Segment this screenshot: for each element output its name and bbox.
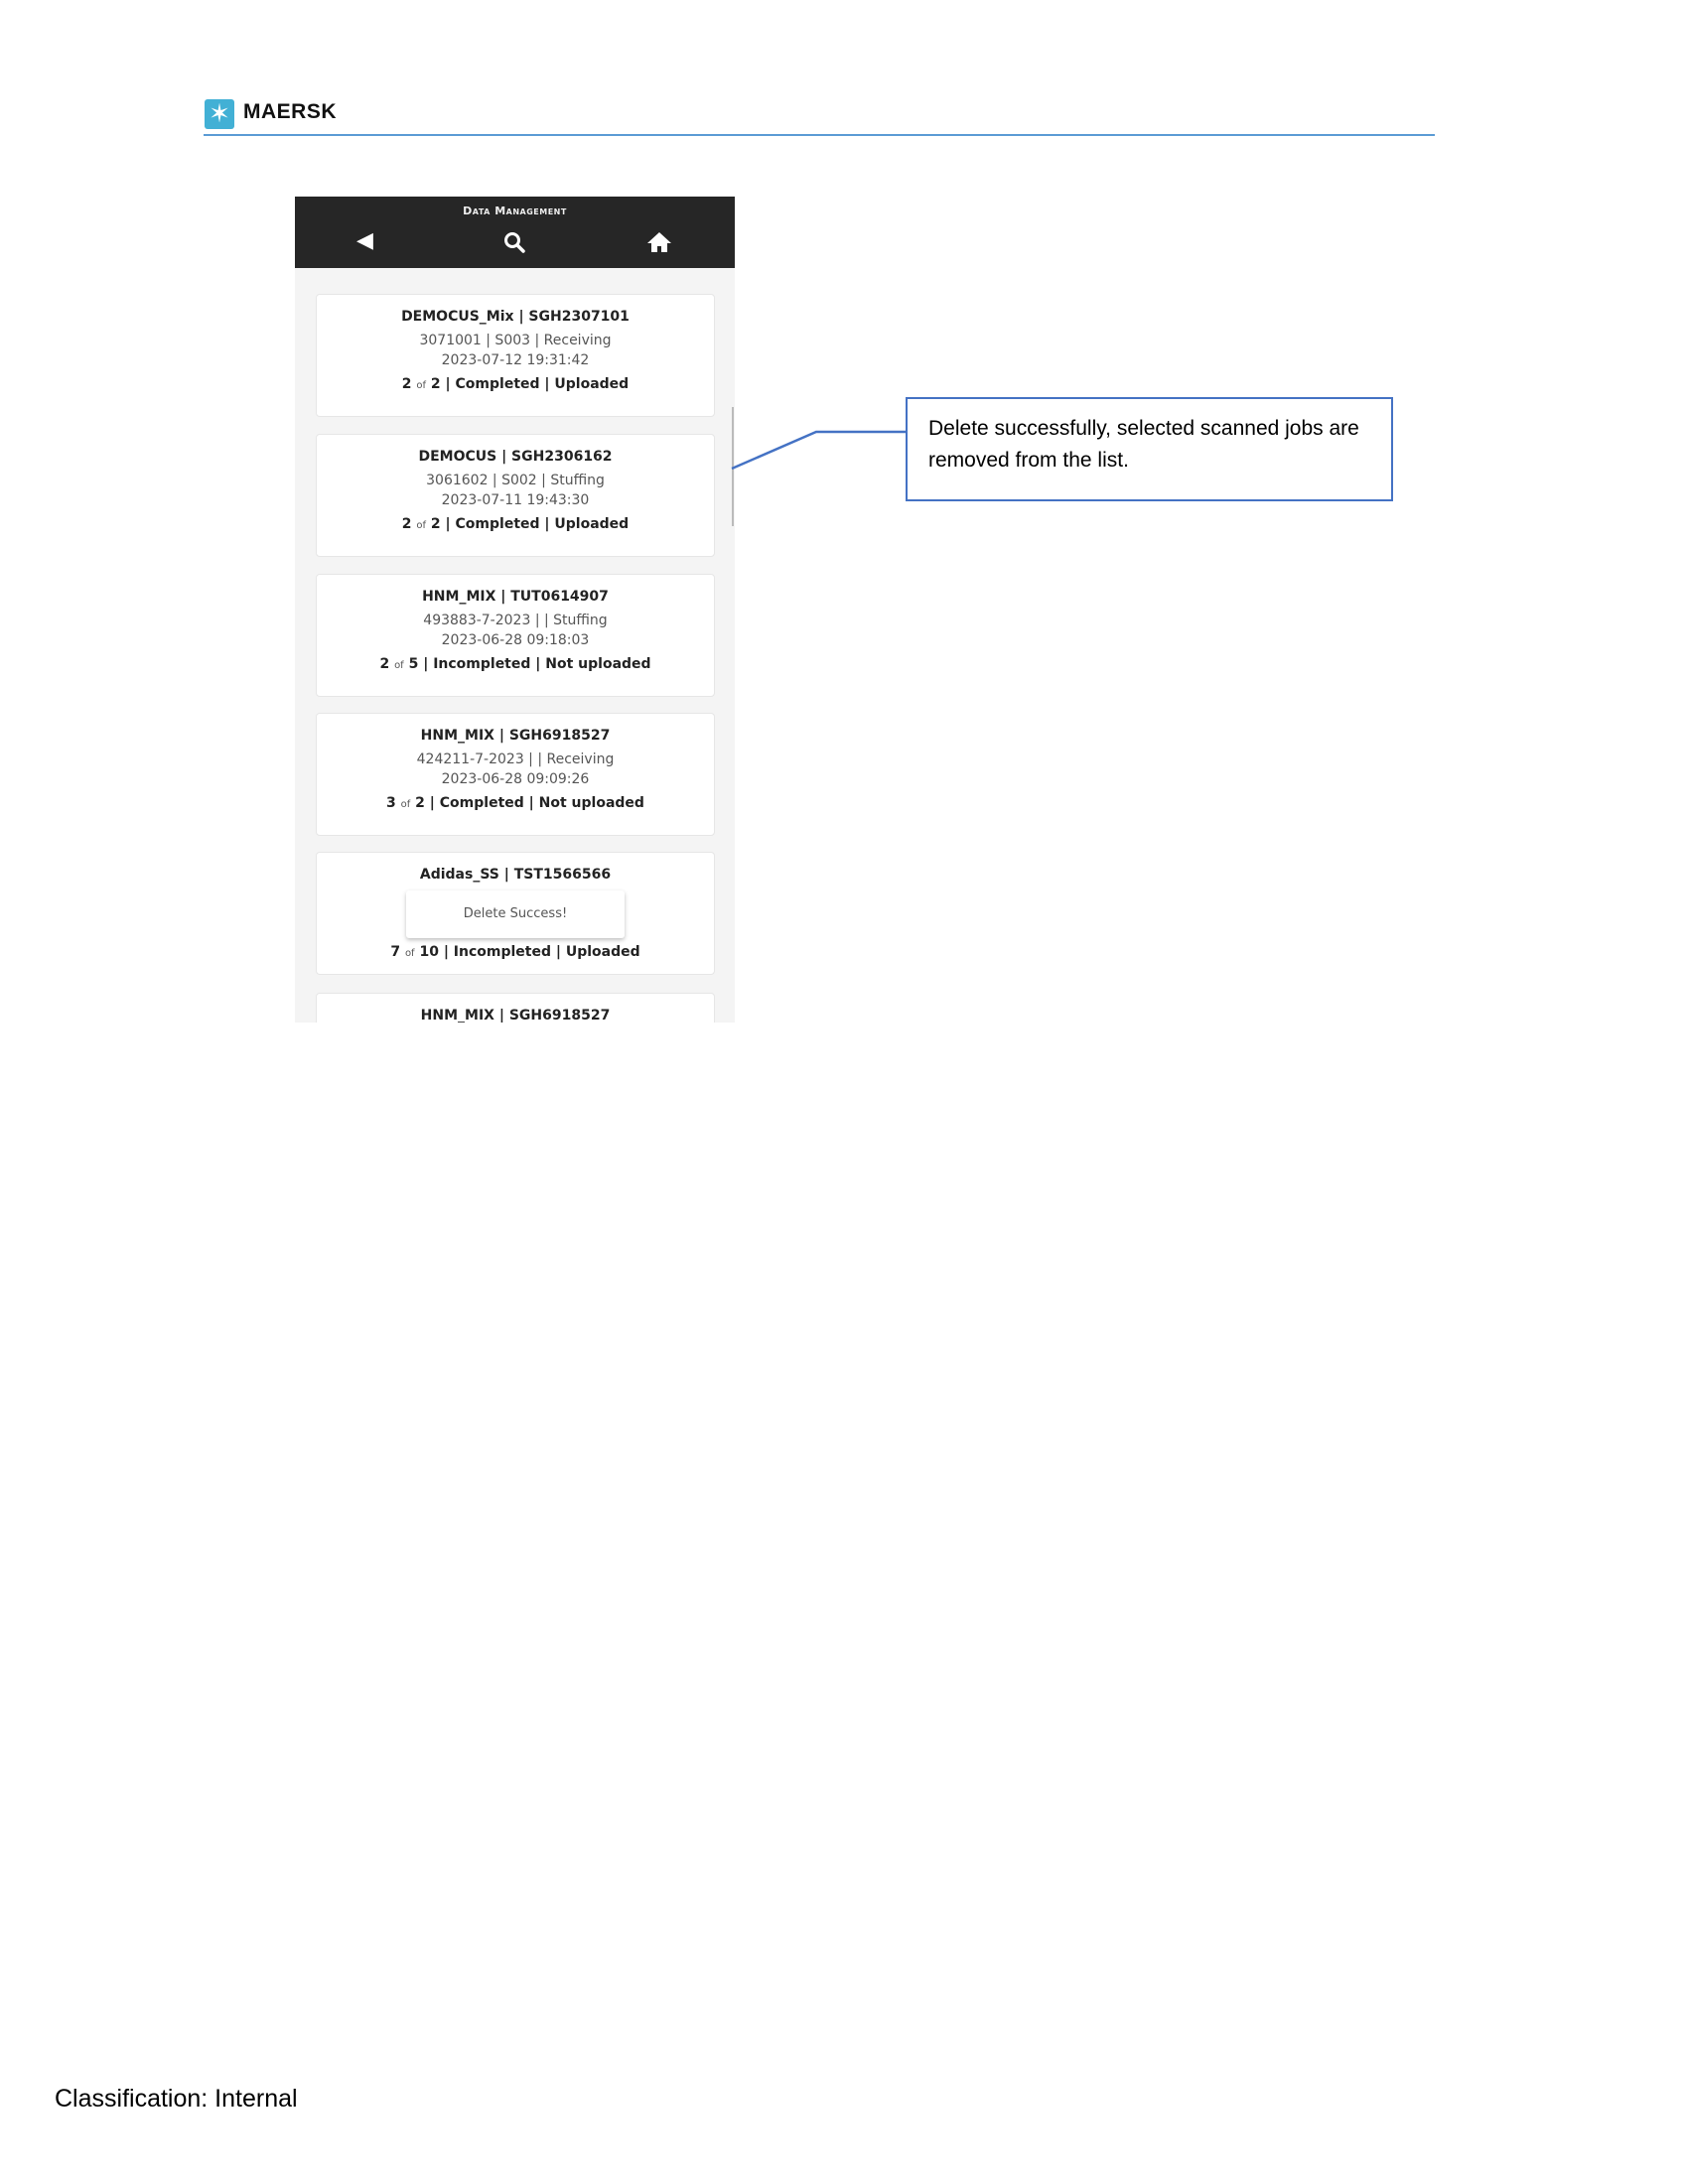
job-details: 424211-7-2023 | | Receiving (416, 751, 615, 767)
job-details: 493883-7-2023 | | Stuffing (423, 613, 608, 628)
job-status: 2 of 5 | Incompleted | Not uploaded (379, 656, 651, 672)
classification-label: Classification: Internal (55, 2085, 298, 2113)
job-card[interactable]: Adidas_SS | TST1566566 Delete Success! 7… (316, 852, 715, 975)
job-timestamp: 2023-06-28 09:18:03 (441, 632, 590, 648)
job-status: 3 of 2 | Completed | Not uploaded (386, 795, 644, 811)
callout-connector (731, 430, 906, 471)
callout-text: Delete successfully, selected scanned jo… (928, 417, 1359, 472)
job-title: HNM_MIX | SGH6918527 (420, 728, 611, 744)
job-card[interactable]: HNM_MIX | SGH6918527 (316, 993, 715, 1023)
job-status: 7 of 10 | Incompleted | Uploaded (390, 944, 640, 960)
job-card[interactable]: HNM_MIX | SGH6918527 424211-7-2023 | | R… (316, 713, 715, 836)
job-title: HNM_MIX | SGH6918527 (420, 1008, 611, 1023)
job-title: Adidas_SS | TST1566566 (419, 867, 612, 883)
delete-success-toast: Delete Success! (406, 890, 625, 938)
callout-box: Delete successfully, selected scanned jo… (906, 397, 1393, 501)
job-timestamp: 2023-06-28 09:09:26 (441, 771, 590, 787)
